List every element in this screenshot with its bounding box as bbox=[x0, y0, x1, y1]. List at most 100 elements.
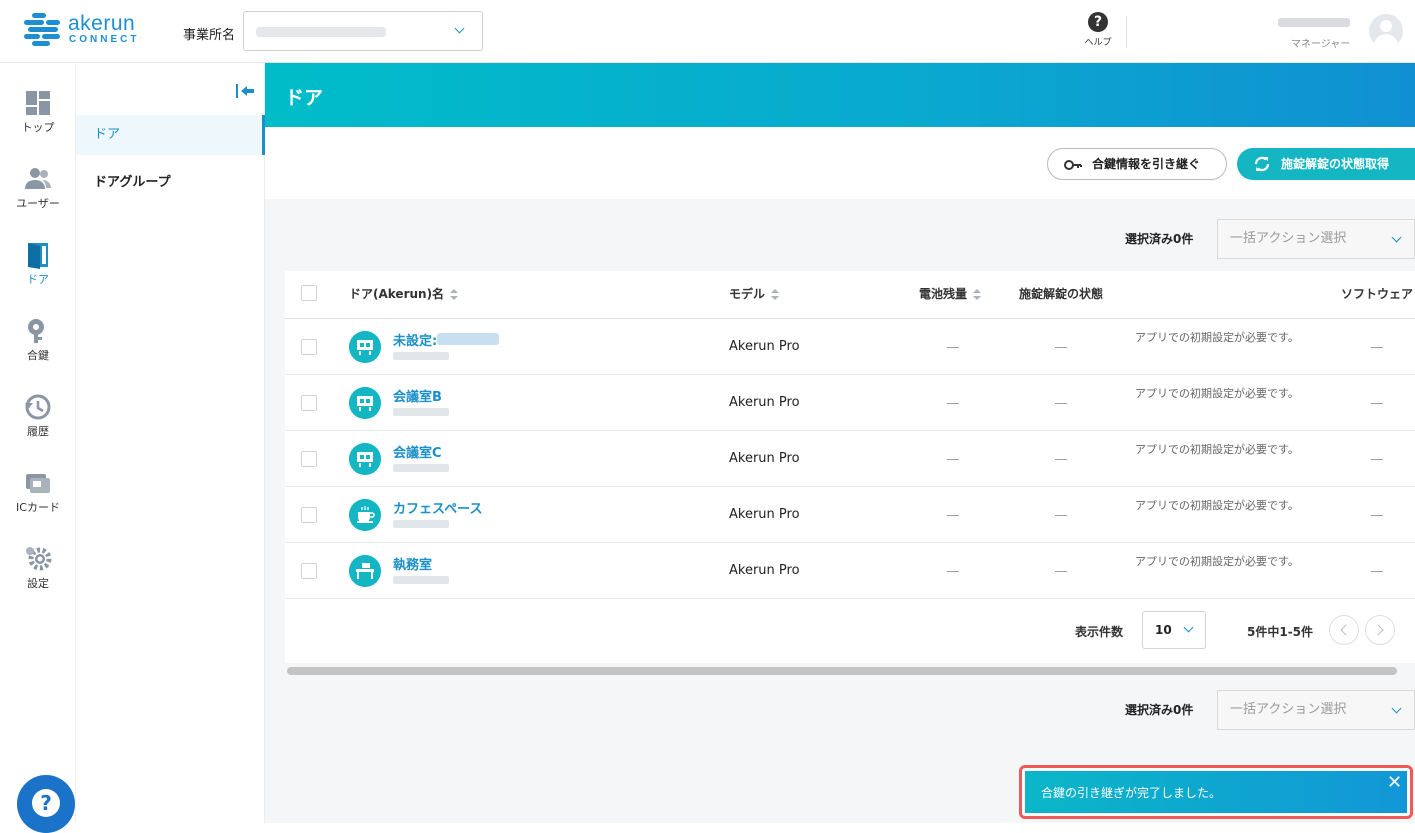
software-empty-dash bbox=[1371, 571, 1383, 572]
sidebar-item-users[interactable]: ユーザー bbox=[0, 165, 76, 235]
sidebar-label: 合鍵 bbox=[27, 349, 49, 362]
battery-empty-dash bbox=[947, 571, 959, 572]
subnav-item-door-groups[interactable]: ドアグループ bbox=[76, 163, 265, 203]
table-row[interactable]: 執務室 Akerun Pro アプリでの初期設定が必要です。 bbox=[285, 543, 1415, 599]
doors-table: ドア(Akerun)名 モデル 電池残量 施錠解錠の状態 ソフトウェア 未設定:… bbox=[285, 271, 1415, 663]
sort-icon bbox=[771, 288, 780, 301]
door-icon bbox=[28, 243, 48, 269]
column-header-name[interactable]: ドア(Akerun)名 bbox=[349, 271, 459, 319]
battery-empty-dash bbox=[947, 403, 959, 404]
chevron-left-icon bbox=[1340, 624, 1352, 636]
next-page-button[interactable] bbox=[1365, 615, 1395, 645]
sidebar-item-settings[interactable]: 設定 bbox=[0, 545, 76, 615]
top-header: akerun CONNECT 事業所名 ? ヘルプ マネージャー bbox=[0, 0, 1415, 63]
setup-note: アプリでの初期設定が必要です。 bbox=[1135, 443, 1299, 456]
door-id-redacted bbox=[393, 352, 449, 360]
question-icon: ? bbox=[1088, 12, 1108, 32]
setup-note: アプリでの初期設定が必要です。 bbox=[1135, 331, 1299, 344]
battery-empty-dash bbox=[947, 459, 959, 460]
column-header-model[interactable]: モデル bbox=[729, 271, 780, 319]
door-id-redacted bbox=[393, 408, 449, 416]
table-row[interactable]: 会議室C Akerun Pro アプリでの初期設定が必要です。 bbox=[285, 431, 1415, 487]
selected-count-bottom: 選択済み0件 bbox=[1125, 703, 1194, 717]
sidebar: トップ ユーザー ドア 合鍵 履歴 ICカード 設定 bbox=[0, 64, 76, 823]
main-content: ドア 合鍵情報を引き継ぐ 施錠解錠の状態取得 選択済み0件 一括アクション選択 … bbox=[265, 63, 1415, 823]
door-name-link[interactable]: 会議室C bbox=[393, 442, 442, 461]
subnav-item-doors[interactable]: ドア bbox=[76, 115, 265, 155]
column-label: ドア(Akerun)名 bbox=[349, 287, 445, 301]
software-empty-dash bbox=[1371, 515, 1383, 516]
sidebar-item-doors[interactable]: ドア bbox=[0, 241, 76, 311]
row-checkbox[interactable] bbox=[301, 395, 317, 411]
row-checkbox[interactable] bbox=[301, 563, 317, 579]
door-model: Akerun Pro bbox=[729, 395, 800, 410]
office-value-redacted bbox=[256, 27, 386, 37]
table-row[interactable]: 会議室B Akerun Pro アプリでの初期設定が必要です。 bbox=[285, 375, 1415, 431]
prev-page-button[interactable] bbox=[1329, 615, 1359, 645]
collapse-sidebar-icon[interactable] bbox=[234, 82, 256, 100]
action-bar: 合鍵情報を引き継ぐ 施錠解錠の状態取得 bbox=[265, 127, 1415, 199]
door-id-redacted bbox=[393, 520, 449, 528]
user-name-redacted bbox=[1278, 18, 1350, 27]
chevron-down-icon bbox=[454, 23, 465, 34]
row-checkbox[interactable] bbox=[301, 339, 317, 355]
horizontal-scrollbar[interactable] bbox=[287, 667, 1397, 675]
column-header-battery[interactable]: 電池残量 bbox=[919, 271, 982, 319]
logo-subtitle: CONNECT bbox=[69, 34, 140, 45]
door-id-redacted bbox=[393, 464, 449, 472]
door-model: Akerun Pro bbox=[729, 339, 800, 354]
lock-state-empty-dash bbox=[1055, 515, 1067, 516]
lock-state-empty-dash bbox=[1055, 571, 1067, 572]
close-icon[interactable]: ✕ bbox=[1387, 774, 1403, 792]
sidebar-item-top[interactable]: トップ bbox=[0, 89, 76, 159]
table-row[interactable]: 未設定: Akerun Pro アプリでの初期設定が必要です。 bbox=[285, 319, 1415, 375]
column-label: モデル bbox=[729, 287, 766, 301]
sidebar-label: ドア bbox=[27, 273, 49, 286]
per-page-select[interactable]: 10 bbox=[1142, 611, 1206, 649]
refresh-icon bbox=[1254, 156, 1270, 172]
battery-empty-dash bbox=[947, 515, 959, 516]
bulk-action-select[interactable]: 一括アクション選択 bbox=[1217, 219, 1415, 259]
inherit-key-info-button[interactable]: 合鍵情報を引き継ぐ bbox=[1047, 148, 1227, 180]
bulk-action-select-bottom[interactable]: 一括アクション選択 bbox=[1217, 690, 1415, 730]
column-header-software: ソフトウェア bbox=[1341, 287, 1414, 301]
sidebar-label: 履歴 bbox=[27, 425, 49, 438]
avatar[interactable] bbox=[1369, 14, 1403, 48]
sidebar-item-ic-card[interactable]: ICカード bbox=[0, 469, 76, 539]
page-banner: ドア bbox=[265, 63, 1415, 127]
door-name-link[interactable]: カフェスペース bbox=[393, 498, 482, 517]
key-icon bbox=[28, 319, 44, 343]
meeting-room-icon bbox=[349, 387, 381, 419]
software-empty-dash bbox=[1371, 347, 1383, 348]
office-label: 事業所名 bbox=[183, 28, 236, 43]
software-empty-dash bbox=[1371, 403, 1383, 404]
door-name-link[interactable]: 執務室 bbox=[393, 554, 432, 573]
software-empty-dash bbox=[1371, 459, 1383, 460]
toast-body: 合鍵の引き継ぎが完了しました。 ✕ bbox=[1025, 771, 1407, 813]
inherit-key-info-label: 合鍵情報を引き継ぐ bbox=[1092, 157, 1201, 171]
door-name-link[interactable]: 会議室B bbox=[393, 386, 442, 405]
table-row[interactable]: カフェスペース Akerun Pro アプリでの初期設定が必要です。 bbox=[285, 487, 1415, 543]
help-button[interactable]: ? ヘルプ bbox=[1080, 12, 1116, 52]
get-lock-status-button[interactable]: 施錠解錠の状態取得 bbox=[1237, 148, 1415, 180]
avatar-head bbox=[1380, 20, 1392, 32]
sidebar-item-history[interactable]: 履歴 bbox=[0, 393, 76, 463]
select-all-checkbox[interactable] bbox=[301, 285, 317, 301]
door-name-redacted bbox=[437, 333, 499, 345]
help-fab-button[interactable]: ? bbox=[17, 775, 75, 833]
sidebar-label: ユーザー bbox=[16, 197, 60, 210]
door-name-link[interactable]: 未設定: bbox=[393, 330, 437, 349]
sort-icon bbox=[450, 288, 459, 301]
meeting-room-icon bbox=[349, 331, 381, 363]
column-label: 電池残量 bbox=[919, 287, 968, 301]
office-select[interactable] bbox=[243, 11, 483, 51]
lock-state-empty-dash bbox=[1055, 347, 1067, 348]
bulk-action-placeholder: 一括アクション選択 bbox=[1230, 231, 1347, 246]
pagination-range: 5件中1-5件 bbox=[1247, 625, 1314, 639]
door-model: Akerun Pro bbox=[729, 451, 800, 466]
akerun-logo[interactable]: akerun CONNECT bbox=[24, 12, 144, 48]
per-page-value: 10 bbox=[1155, 623, 1172, 637]
row-checkbox[interactable] bbox=[301, 451, 317, 467]
row-checkbox[interactable] bbox=[301, 507, 317, 523]
sidebar-item-keys[interactable]: 合鍵 bbox=[0, 317, 76, 387]
